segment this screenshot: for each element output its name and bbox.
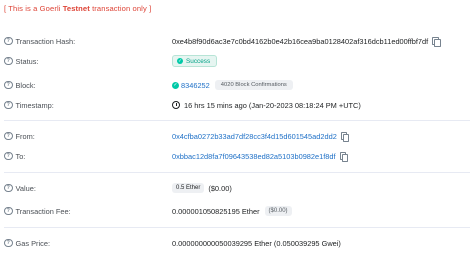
row-value: ? Value: 0.5 Ether ($0.00) [0,181,474,195]
value-label: Value: [15,183,36,193]
row-timestamp: ? Timestamp: 16 hrs 15 mins ago (Jan-20-… [0,98,474,112]
to-label: To: [15,151,26,161]
check-circle-icon: ✓ [177,58,183,64]
transaction-fee-value: 0.000001050825195 Ether [172,206,260,216]
banner-suffix: transaction only ] [89,4,152,13]
status-label: Status: [15,56,39,66]
block-confirmations-badge: 4020 Block Confirmations [214,80,293,90]
status-label-wrap: ? Status: [4,54,39,68]
row-transaction-hash: ? Transaction Hash: 0xe4b8f90d6ac3e7c0bd… [0,34,474,48]
question-icon[interactable]: ? [4,151,13,161]
question-icon[interactable]: ? [4,183,13,193]
from-address-link[interactable]: 0x4cfba0272b33ad7df28cc3f4d15d601545ad2d… [172,132,337,141]
transaction-hash-value-wrap: 0xe4b8f90d6ac3e7c0bd4162b0e42b16cea9ba01… [172,34,441,48]
row-to: ? To: 0xbbac12d8fa7f09643538ed82a5103b09… [0,149,474,163]
to-address-link[interactable]: 0xbbac12d8fa7f09643538ed82a5103b0982e1f8… [172,152,336,161]
question-icon[interactable]: ? [4,206,13,216]
copy-icon[interactable] [432,37,441,47]
from-value-wrap: 0x4cfba0272b33ad7df28cc3f4d15d601545ad2d… [172,129,350,143]
timestamp-label-wrap: ? Timestamp: [4,98,54,112]
row-from: ? From: 0x4cfba0272b33ad7df28cc3f4d15d60… [0,129,474,143]
block-label-wrap: ? Block: [4,78,36,92]
gas-price-value: 0.000000000050039295 Ether (0.050039295 … [172,238,341,248]
status-value-wrap: ✓ Success [172,54,218,68]
divider [4,120,470,121]
value-value-wrap: 0.5 Ether ($0.00) [172,181,232,195]
to-value-wrap: 0xbbac12d8fa7f09643538ed82a5103b0982e1f8… [172,149,349,163]
block-number-link[interactable]: 8346252 [181,81,210,90]
transaction-hash-label: Transaction Hash: [15,36,76,46]
row-block: ? Block: ✓ 8346252 4020 Block Confirmati… [0,78,474,92]
value-usd: ($0.00) [208,183,232,193]
status-value: Success [186,57,211,65]
row-transaction-fee: ? Transaction Fee: 0.000001050825195 Eth… [0,204,474,218]
from-label-wrap: ? From: [4,129,35,143]
transaction-fee-label: Transaction Fee: [15,206,71,216]
gas-price-label: Gas Price: [15,238,51,248]
transaction-hash-value: 0xe4b8f90d6ac3e7c0bd4162b0e42b16cea9ba01… [172,36,429,46]
question-icon[interactable]: ? [4,131,13,141]
row-gas-price: ? Gas Price: 0.000000000050039295 Ether … [0,236,474,250]
block-label: Block: [15,80,36,90]
question-icon[interactable]: ? [4,100,13,110]
transaction-hash-label-wrap: ? Transaction Hash: [4,34,75,48]
banner-testnet: Testnet [62,4,90,13]
copy-icon[interactable] [339,152,349,162]
ether-amount-badge: 0.5 Ether [172,183,205,193]
timestamp-value-wrap: 16 hrs 15 mins ago (Jan-20-2023 08:18:24… [172,98,361,112]
question-icon[interactable]: ? [4,56,13,66]
from-label: From: [15,131,35,141]
gas-price-value-wrap: 0.000000000050039295 Ether (0.050039295 … [172,236,341,250]
testnet-banner: [ This is a Goerli Testnet transaction o… [4,4,151,13]
banner-prefix: [ This is a Goerli [4,4,63,13]
block-value-wrap: ✓ 8346252 4020 Block Confirmations [172,78,293,92]
transaction-fee-value-wrap: 0.000001050825195 Ether ($0.00) [172,204,292,218]
gas-price-label-wrap: ? Gas Price: [4,236,50,250]
copy-icon[interactable] [340,132,350,142]
to-label-wrap: ? To: [4,149,25,163]
check-circle-icon: ✓ [172,81,179,89]
transaction-fee-label-wrap: ? Transaction Fee: [4,204,71,218]
status-badge: ✓ Success [172,55,218,67]
question-icon[interactable]: ? [4,36,13,46]
timestamp-value: 16 hrs 15 mins ago (Jan-20-2023 08:18:24… [184,100,361,110]
transaction-fee-usd-badge: ($0.00) [264,206,292,216]
question-icon[interactable]: ? [4,238,13,248]
question-icon[interactable]: ? [4,80,13,90]
value-label-wrap: ? Value: [4,181,36,195]
timestamp-label: Timestamp: [15,100,54,110]
divider [4,227,470,228]
divider [4,172,470,173]
row-status: ? Status: ✓ Success [0,54,474,68]
clock-icon [172,101,180,109]
